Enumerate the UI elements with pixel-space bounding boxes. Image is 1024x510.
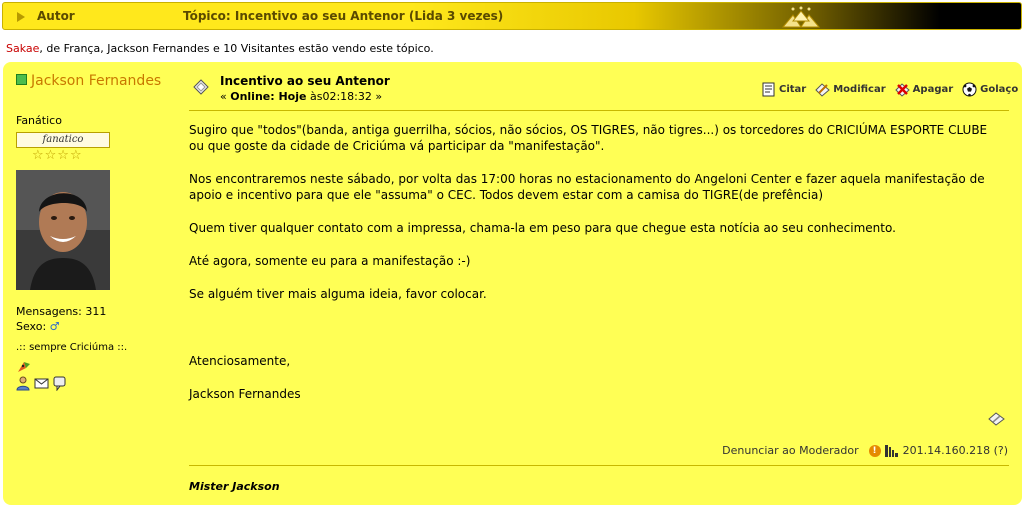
profile-icon[interactable]: [16, 376, 31, 391]
ip-icon: [884, 444, 898, 457]
email-icon[interactable]: [34, 376, 49, 391]
reply-quote-icon[interactable]: [988, 412, 1005, 426]
tiger-logo-icon: [781, 6, 821, 28]
quote-icon: [762, 82, 775, 97]
report-moderator-link[interactable]: Denunciar ao Moderador: [722, 444, 858, 457]
author-column-label: Autor: [37, 9, 75, 23]
warning-icon: !: [868, 444, 881, 457]
author-name: Jackson Fernandes: [31, 73, 162, 89]
delete-icon: [894, 83, 910, 97]
online-status-icon: [16, 74, 27, 85]
viewer-link-sakae[interactable]: Sakae: [6, 42, 39, 55]
post-container: Jackson Fernandes Fanático fanatico ☆☆☆☆…: [3, 62, 1022, 505]
post-actions: Citar Modificar Apagar Golaço: [761, 82, 1024, 97]
report-row: Denunciar ao Moderador ! 201.14.160.218 …: [722, 444, 1008, 457]
post-paragraph: Quem tiver qualquer contato com a impres…: [189, 221, 896, 235]
post-paragraph: Nos encontraremos neste sábado, por volt…: [189, 172, 985, 202]
post-paragraph: Até agora, somente eu para a manifestaçã…: [189, 254, 471, 268]
date-prefix: «: [220, 90, 231, 103]
rank-stars: ☆☆☆☆: [32, 148, 83, 163]
avatar: [16, 170, 110, 290]
post-closing: Atenciosamente,: [189, 354, 291, 368]
male-icon: ♂: [49, 320, 60, 333]
signature: Mister Jackson: [189, 480, 280, 493]
quote-label: Citar: [779, 84, 807, 95]
delete-label: Apagar: [912, 84, 954, 95]
goal-label: Golaço: [980, 84, 1019, 95]
soccer-ball-icon: [962, 82, 977, 97]
modify-button[interactable]: Modificar: [815, 82, 886, 97]
post-title[interactable]: Incentivo ao seu Antenor: [220, 74, 390, 88]
goal-button[interactable]: Golaço: [962, 82, 1018, 97]
private-message-icon[interactable]: [52, 376, 67, 391]
topic-title-header: Tópico: Incentivo ao seu Antenor (Lida 3…: [183, 9, 504, 23]
date-online: Online: Hoje: [230, 90, 307, 103]
post-body: Sugiro que "todos"(banda, antiga guerril…: [189, 122, 1004, 402]
post-date: « Online: Hoje às02:18:32 »: [220, 90, 382, 103]
author-rank: Fanático: [16, 114, 62, 127]
post-paragraph: Se alguém tiver mais alguma ideia, favor…: [189, 287, 487, 301]
viewers-text: , de França, Jackson Fernandes e 10 Visi…: [39, 42, 434, 55]
author-name-link[interactable]: Jackson Fernandes: [16, 74, 176, 89]
personal-text: .:: sempre Criciúma ::.: [16, 342, 128, 353]
contact-icons: [16, 376, 67, 391]
signature-divider: [189, 465, 1009, 466]
author-column: Jackson Fernandes Fanático fanatico ☆☆☆☆…: [16, 74, 176, 391]
collapse-arrow-icon[interactable]: [17, 12, 25, 22]
ip-address: 201.14.160.218 (?): [902, 444, 1008, 457]
post-closing-name: Jackson Fernandes: [189, 387, 301, 401]
quote-button[interactable]: Citar: [761, 82, 806, 97]
gender-label: Sexo:: [16, 320, 47, 333]
bird-icon: [18, 362, 30, 372]
delete-button[interactable]: Apagar: [894, 82, 954, 97]
post-paragraph: Sugiro que "todos"(banda, antiga guerril…: [189, 123, 988, 153]
message-count: Mensagens: 311: [16, 305, 107, 318]
date-time: às02:18:32 »: [306, 90, 383, 103]
rank-badge: fanatico: [16, 132, 110, 148]
viewers-line: Sakae, de França, Jackson Fernandes e 10…: [6, 42, 434, 55]
edit-icon: [815, 83, 831, 97]
modify-label: Modificar: [833, 84, 886, 95]
gender-row: Sexo: ♂: [16, 320, 60, 333]
topic-doc-icon: [193, 79, 209, 95]
header-divider: [189, 110, 1009, 111]
topic-header-bar: Autor Tópico: Incentivo ao seu Antenor (…: [2, 2, 1022, 30]
